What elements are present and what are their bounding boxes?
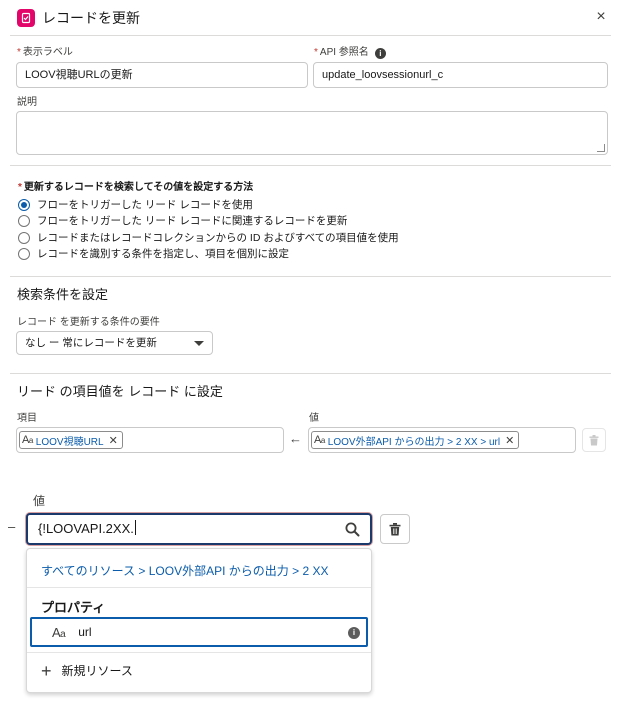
text-type-icon: Aa [22, 434, 33, 446]
divider [10, 35, 611, 36]
zoom-value-label: 値 [33, 494, 46, 508]
resize-handle[interactable] [597, 144, 605, 152]
radio-option-label: レコードを識別する条件を指定し、項目を個別に設定 [37, 248, 289, 260]
label-input[interactable]: LOOV視聴URLの更新 [16, 62, 308, 88]
remove-pill-icon[interactable]: ✕ [505, 434, 514, 447]
divider [27, 652, 371, 653]
delete-row-button[interactable] [582, 428, 606, 452]
radio-option-label: フローをトリガーした リード レコードを使用 [37, 199, 253, 211]
dash-text: – [8, 519, 16, 534]
radio-button[interactable] [18, 214, 30, 227]
value-pill[interactable]: Aa LOOV外部API からの出力 > 2 XX > url ✕ [311, 431, 520, 449]
radio-option[interactable]: レコードまたはレコードコレクションからの ID およびすべての項目値を使用 [18, 230, 399, 245]
resource-dropdown: すべてのリソース > LOOV外部API からの出力 > 2 XX プロパティ … [26, 548, 372, 693]
search-icon[interactable] [345, 522, 360, 537]
api-name-input[interactable]: update_loovsessionurl_c [313, 62, 608, 88]
radio-button-selected[interactable] [18, 198, 30, 211]
radio-option-label: フローをトリガーした リード レコードに関連するレコードを更新 [37, 215, 348, 227]
field-pill[interactable]: Aa LOOV視聴URL ✕ [19, 431, 123, 449]
chevron-down-icon [194, 341, 204, 346]
search-input-value: {!LOOVAPI.2XX. [38, 521, 134, 536]
properties-section-title: プロパティ [41, 600, 106, 615]
resource-breadcrumb[interactable]: すべてのリソース > LOOV外部API からの出力 > 2 XX [41, 562, 328, 579]
text-type-icon: Aa [52, 624, 66, 640]
flow-update-icon [17, 9, 35, 27]
text-cursor [134, 520, 136, 535]
field-pill-label: LOOV視聴URL [35, 436, 104, 448]
new-resource-button[interactable]: + 新規リソース [41, 660, 133, 681]
resource-search-input[interactable]: {!LOOVAPI.2XX. [26, 513, 372, 545]
api-name-label: * API 参照名 i [314, 47, 386, 59]
requirement-label: レコード を更新する条件の要件 [17, 317, 160, 328]
divider [10, 373, 611, 374]
assign-arrow-icon: ← [289, 431, 302, 446]
radio-option-label: レコードまたはレコードコレクションからの ID およびすべての項目値を使用 [37, 232, 399, 244]
assignment-section-title: リード の項目値を レコード に設定 [17, 384, 223, 399]
close-icon[interactable]: × [594, 8, 608, 26]
info-icon[interactable]: i [348, 627, 360, 639]
property-option-url[interactable]: Aa url i [30, 617, 368, 647]
requirement-select[interactable]: なし ー 常にレコードを更新 [16, 331, 213, 355]
value-pill-label: LOOV外部API からの出力 > 2 XX > url [327, 436, 501, 448]
value-pillbox[interactable]: Aa LOOV外部API からの出力 > 2 XX > url ✕ [308, 427, 576, 453]
requirement-select-value: なし ー 常にレコードを更新 [25, 337, 157, 349]
radio-button[interactable] [18, 231, 30, 244]
remove-pill-icon[interactable]: ✕ [109, 434, 118, 447]
radio-option[interactable]: レコードを識別する条件を指定し、項目を個別に設定 [18, 246, 289, 261]
radio-option[interactable]: フローをトリガーした リード レコードを使用 [18, 197, 253, 212]
method-label: * 更新するレコードを検索してその値を設定する方法 [18, 182, 254, 193]
criteria-section-title: 検索条件を設定 [17, 287, 109, 302]
description-label: 説明 [17, 97, 37, 108]
divider [10, 276, 611, 277]
trash-icon [389, 522, 401, 535]
info-icon[interactable]: i [374, 48, 386, 59]
label-field-label: * 表示ラベル [17, 47, 73, 58]
property-option-label: url [78, 625, 92, 639]
divider [10, 165, 611, 166]
radio-option[interactable]: フローをトリガーした リード レコードに関連するレコードを更新 [18, 213, 347, 228]
plus-icon: + [41, 660, 52, 681]
delete-button[interactable] [380, 514, 410, 544]
radio-button[interactable] [18, 247, 30, 260]
new-resource-label: 新規リソース [61, 664, 133, 678]
field-pillbox[interactable]: Aa LOOV視聴URL ✕ [16, 427, 284, 453]
text-type-icon: Aa [314, 434, 325, 446]
value-label: 値 [309, 413, 319, 424]
trash-icon [589, 434, 599, 445]
description-textarea[interactable] [16, 111, 608, 155]
modal-title: レコードを更新 [42, 10, 140, 26]
field-label: 項目 [17, 413, 37, 424]
divider [27, 587, 371, 588]
